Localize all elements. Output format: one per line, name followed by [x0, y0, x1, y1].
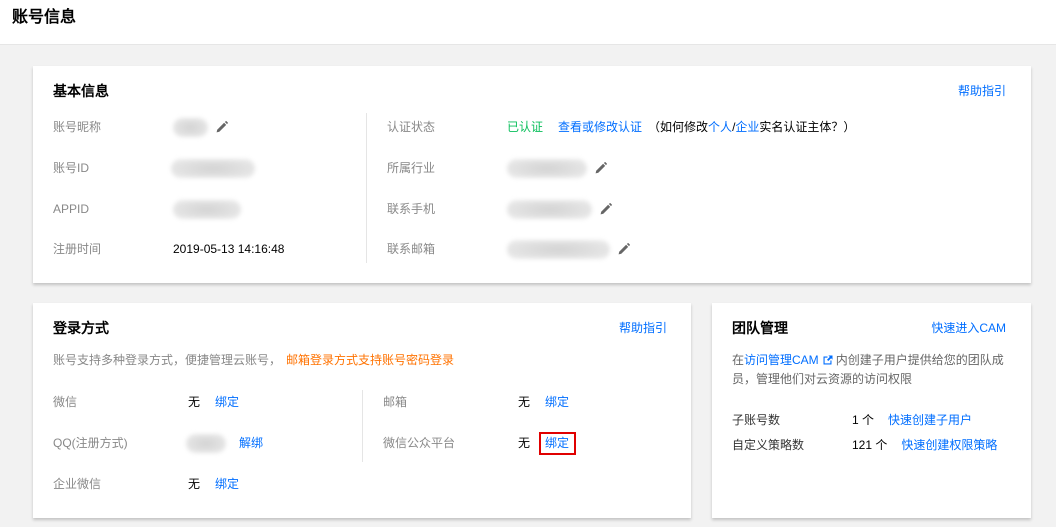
- phone-value: [507, 199, 612, 219]
- enter-cam-link[interactable]: 快速进入CAM: [931, 318, 1006, 338]
- enterprise-verification-link[interactable]: 企业: [735, 117, 759, 137]
- sub-account-row: 子账号数 1 个 快速创建子用户: [712, 410, 1031, 430]
- wecom-label: 企业微信: [53, 477, 102, 491]
- login-description-highlight: 邮箱登录方式支持账号密码登录: [286, 353, 455, 367]
- mailbox-bind-link[interactable]: 绑定: [545, 392, 569, 412]
- mailbox-label: 邮箱: [383, 395, 408, 409]
- wechat-official-label: 微信公众平台: [383, 436, 456, 450]
- login-methods-card: 登录方式 帮助指引 账号支持多种登录方式，便捷管理云账号， 邮箱登录方式支持账号密…: [33, 303, 691, 518]
- redacted-phone: [507, 199, 592, 219]
- wechat-official-bind-link[interactable]: 绑定: [545, 433, 569, 453]
- wecom-row: 企业微信 无 绑定: [33, 474, 691, 494]
- verification-value: 已认证 查看或修改认证 （如何修改 个人 / 企业 实名认证主体？）: [507, 117, 855, 137]
- mailbox-value: 无 绑定: [518, 392, 569, 412]
- mailbox-status: 无: [518, 395, 531, 409]
- external-link-icon[interactable]: [823, 355, 833, 365]
- create-policy-link[interactable]: 快速创建权限策略: [901, 435, 997, 455]
- basic-info-card: 基本信息 帮助指引 账号昵称 账号ID APPID 注册时间 2019-05-1…: [33, 66, 1031, 283]
- team-description-prefix: 在: [732, 353, 745, 367]
- login-methods-description: 账号支持多种登录方式，便捷管理云账号， 邮箱登录方式支持账号密码登录: [53, 350, 454, 370]
- verification-row: 认证状态 已认证 查看或修改认证 （如何修改 个人 / 企业 实名认证主体？）: [33, 117, 1031, 137]
- email-row: 联系邮箱: [33, 239, 1031, 259]
- email-edit-icon[interactable]: [618, 243, 630, 255]
- create-sub-user-link[interactable]: 快速创建子用户: [888, 410, 972, 430]
- wechat-official-status: 无: [518, 436, 531, 450]
- custom-policy-label: 自定义策略数: [732, 438, 805, 452]
- phone-row: 联系手机: [33, 199, 1031, 219]
- basic-info-help-link[interactable]: 帮助指引: [958, 81, 1006, 101]
- wecom-status: 无: [188, 477, 201, 491]
- verification-status-badge: 已认证: [507, 120, 544, 134]
- email-label: 联系邮箱: [387, 242, 436, 256]
- sub-account-value: 1 个 快速创建子用户: [852, 410, 972, 430]
- industry-row: 所属行业: [33, 158, 1031, 178]
- custom-policy-row: 自定义策略数 121 个 快速创建权限策略: [712, 435, 1031, 455]
- industry-value: [507, 158, 607, 178]
- sub-account-count: 1 个: [852, 413, 875, 427]
- industry-edit-icon[interactable]: [595, 162, 607, 174]
- basic-info-title: 基本信息: [53, 83, 109, 99]
- wechat-official-row: 微信公众平台 无 绑定: [33, 433, 691, 453]
- page-header: 账号信息: [0, 0, 1056, 45]
- team-management-card: 团队管理 快速进入CAM 在访问管理CAM 内创建子用户提供给您的团队成员，管理他…: [712, 303, 1031, 518]
- page-title: 账号信息: [12, 9, 77, 26]
- login-description-text: 账号支持多种登录方式，便捷管理云账号，: [53, 353, 282, 367]
- mailbox-row: 邮箱 无 绑定: [33, 392, 691, 412]
- team-management-title: 团队管理: [732, 320, 788, 336]
- personal-verification-link[interactable]: 个人: [708, 117, 732, 137]
- email-value: [507, 239, 630, 259]
- view-edit-verification-link[interactable]: 查看或修改认证: [558, 117, 642, 137]
- custom-policy-value: 121 个 快速创建权限策略: [852, 435, 997, 455]
- wecom-bind-link[interactable]: 绑定: [215, 474, 239, 494]
- verification-label: 认证状态: [387, 120, 436, 134]
- redacted-email: [507, 239, 610, 259]
- cam-console-link[interactable]: 访问管理CAM: [744, 353, 819, 367]
- sub-account-label: 子账号数: [732, 413, 781, 427]
- industry-label: 所属行业: [387, 161, 436, 175]
- redacted-industry: [507, 158, 587, 178]
- wecom-value: 无 绑定: [188, 474, 239, 494]
- team-description: 在访问管理CAM 内创建子用户提供给您的团队成员，管理他们对云资源的访问权限: [732, 351, 1011, 389]
- login-methods-help-link[interactable]: 帮助指引: [619, 318, 667, 338]
- login-methods-title: 登录方式: [53, 320, 109, 336]
- phone-edit-icon[interactable]: [600, 203, 612, 215]
- custom-policy-count: 121 个: [852, 438, 888, 452]
- verification-hint-close: 实名认证主体？）: [759, 120, 856, 134]
- verification-hint-open: （如何修改: [648, 120, 709, 134]
- phone-label: 联系手机: [387, 202, 436, 216]
- wechat-official-value: 无 绑定: [518, 433, 569, 453]
